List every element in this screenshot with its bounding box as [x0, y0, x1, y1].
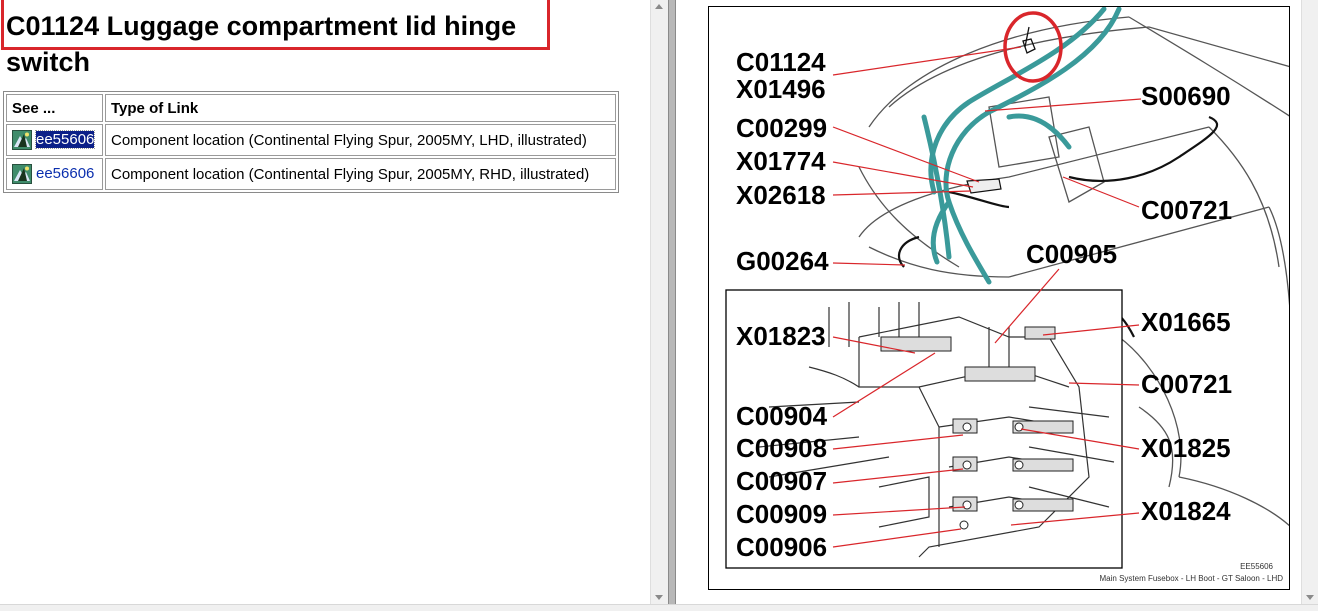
scroll-down-arrow-icon[interactable] [655, 595, 663, 600]
component-location-diagram: C01124 X01496 S00690 C00299 X01774 X0261… [708, 6, 1290, 590]
label-c00908: C00908 [736, 433, 828, 463]
illustration-icon[interactable] [12, 130, 32, 150]
page-title: C01124 Luggage compartment lid hinge swi… [6, 11, 517, 77]
label-g00264: G00264 [736, 246, 829, 276]
table-cell-link: ee56606 [6, 158, 103, 190]
link-ee55606[interactable]: ee55606 [34, 129, 96, 149]
left-vertical-scrollbar[interactable] [650, 0, 668, 604]
scroll-down-arrow-icon[interactable] [1306, 595, 1314, 600]
label-c01124: C01124 [736, 47, 826, 77]
label-c00721-top: C00721 [1141, 195, 1233, 225]
label-x01825: X01825 [1141, 433, 1231, 463]
pane-splitter[interactable] [668, 0, 676, 610]
right-vertical-scrollbar[interactable] [1301, 0, 1318, 604]
table-cell-type: Component location (Continental Flying S… [105, 124, 616, 156]
diagram-reference-code: EE55606 [1240, 562, 1273, 571]
link-table: See ... Type of Link ee55606 Component l… [3, 91, 619, 193]
table-cell-link: ee55606 [6, 124, 103, 156]
label-c00299: C00299 [736, 113, 828, 143]
label-c00905: C00905 [1026, 239, 1118, 269]
label-c00721-bottom: C00721 [1141, 369, 1233, 399]
label-c00906: C00906 [736, 532, 828, 562]
table-row: ee56606 Component location (Continental … [6, 158, 616, 190]
label-x01496: X01496 [736, 74, 826, 104]
column-header-type: Type of Link [105, 94, 616, 122]
label-c00904: C00904 [736, 401, 828, 431]
label-x01774: X01774 [736, 146, 826, 176]
label-x01824: X01824 [1141, 496, 1231, 526]
label-s00690: S00690 [1141, 81, 1231, 111]
label-c00907: C00907 [736, 466, 828, 496]
label-x01665: X01665 [1141, 307, 1231, 337]
column-header-see: See ... [6, 94, 103, 122]
scroll-up-arrow-icon[interactable] [655, 4, 663, 9]
right-pane: C01124 X01496 S00690 C00299 X01774 X0261… [676, 0, 1318, 604]
label-x01823: X01823 [736, 321, 826, 351]
illustration-icon[interactable] [12, 164, 32, 184]
table-row: ee55606 Component location (Continental … [6, 124, 616, 156]
label-x02618: X02618 [736, 180, 826, 210]
label-c00909: C00909 [736, 499, 828, 529]
table-cell-type: Component location (Continental Flying S… [105, 158, 616, 190]
link-ee56606[interactable]: ee56606 [36, 165, 94, 182]
left-pane: C01124 Luggage compartment lid hinge swi… [0, 0, 650, 604]
table-header-row: See ... Type of Link [6, 94, 616, 122]
diagram-caption: Main System Fusebox - LH Boot - GT Saloo… [1099, 574, 1283, 583]
